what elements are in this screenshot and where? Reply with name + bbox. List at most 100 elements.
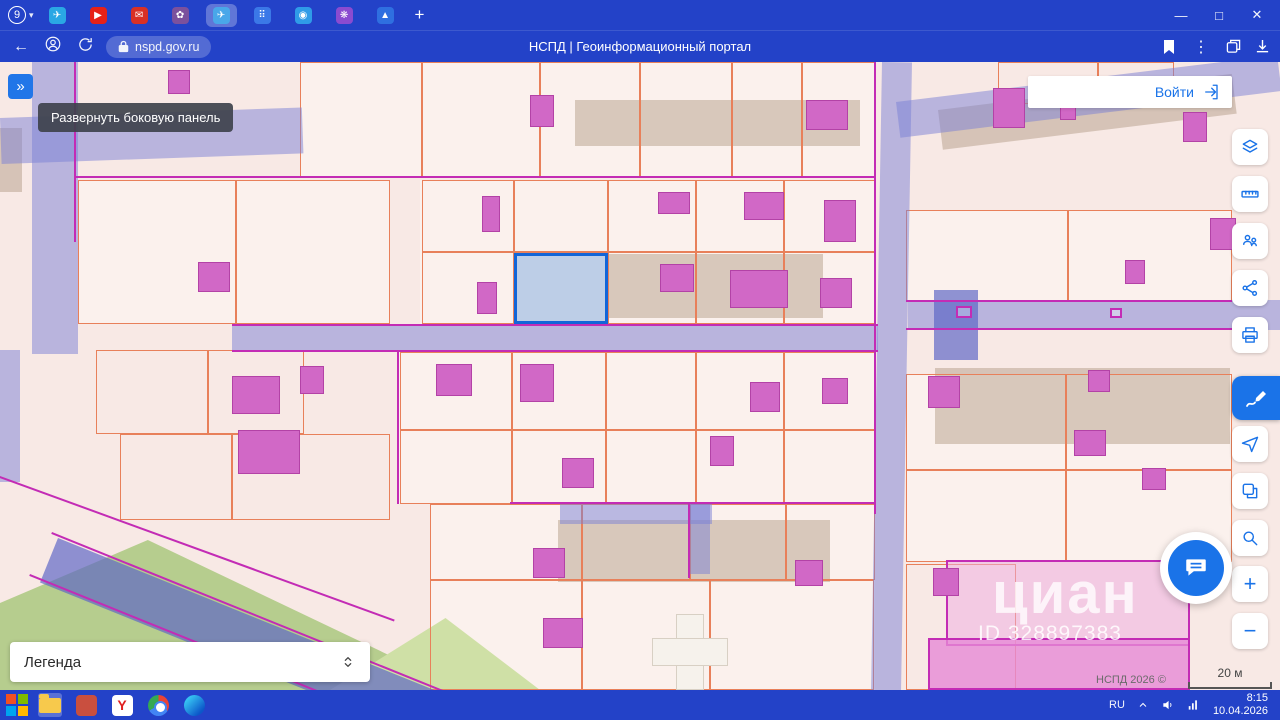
url-text: nspd.gov.ru <box>135 39 200 54</box>
users-icon <box>1243 234 1257 247</box>
print-button[interactable] <box>1232 317 1268 353</box>
reload-icon[interactable] <box>74 36 96 58</box>
tab-flower[interactable]: ✿ <box>165 4 196 27</box>
scale-bar <box>1188 682 1272 689</box>
ruler-icon <box>1241 190 1259 198</box>
legend-panel-toggle[interactable]: Легенда <box>10 642 370 682</box>
zoom-in-button[interactable]: + <box>1232 566 1268 602</box>
start-button[interactable] <box>6 694 28 716</box>
map-toolbar-top <box>1232 129 1268 353</box>
tab-stream-favicon: ▲ <box>376 6 394 24</box>
tab-youtube[interactable]: ▶ <box>83 4 114 27</box>
boundary-line <box>874 62 876 514</box>
cadastral-parcel <box>236 180 390 324</box>
tab-stream[interactable]: ▲ <box>370 4 401 27</box>
taskbar-yandex-icon: Y <box>111 694 133 716</box>
speaker-icon[interactable] <box>1161 698 1175 712</box>
url-field[interactable]: nspd.gov.ru <box>106 35 212 58</box>
tray-chevron-icon[interactable] <box>1137 699 1149 711</box>
window-close-button[interactable]: ✕ <box>1242 7 1272 23</box>
draw-tool-button-active[interactable] <box>1232 376 1280 420</box>
cadastral-parcel <box>120 434 232 520</box>
building <box>232 376 280 414</box>
cadastral-parcel <box>732 62 802 178</box>
frame-icon <box>1242 483 1258 499</box>
tab-drop[interactable]: ◉ <box>288 4 319 27</box>
building <box>238 430 300 474</box>
locate-button[interactable] <box>1232 426 1268 462</box>
network-icon[interactable] <box>1187 698 1201 712</box>
zoom-out-button[interactable]: − <box>1232 613 1268 649</box>
address-bar-actions: ⋮ <box>1162 37 1270 57</box>
tab-grapes[interactable]: ❋ <box>329 4 360 27</box>
share-icon <box>1242 280 1258 296</box>
building <box>822 378 848 404</box>
taskbar-yandex[interactable]: Y <box>110 693 134 717</box>
building <box>744 192 784 220</box>
building <box>933 568 959 596</box>
building <box>482 196 500 232</box>
building <box>477 282 497 314</box>
cadastral-parcel <box>400 430 512 504</box>
taskbar-chrome[interactable] <box>146 693 170 717</box>
window-restore-button[interactable]: □ <box>1204 8 1234 23</box>
road-segment <box>0 350 20 482</box>
tab-youtube-favicon: ▶ <box>89 6 107 24</box>
building-complex <box>946 560 1190 646</box>
boundary-marker <box>956 306 972 318</box>
cadastral-parcel <box>640 62 732 178</box>
taskbar-edge[interactable] <box>182 693 206 717</box>
login-button[interactable]: Войти <box>1028 76 1232 108</box>
tab-mail[interactable]: ✉ <box>124 4 155 27</box>
building <box>533 548 565 578</box>
scale-label: 20 м <box>1217 666 1243 680</box>
boundary-line <box>232 350 878 352</box>
tab-services[interactable]: ⠿ <box>247 4 278 27</box>
road-segment <box>688 502 710 574</box>
building <box>300 366 324 394</box>
location-arrow-icon <box>1241 436 1259 453</box>
tab-counter-button[interactable]: 9 ▾ <box>8 6 34 24</box>
boundary-line <box>906 328 1232 330</box>
road-segment <box>232 324 878 352</box>
taskbar-folder[interactable] <box>38 693 62 717</box>
tab-panel-icon[interactable] <box>1226 39 1241 54</box>
ruler-button[interactable] <box>1232 176 1268 212</box>
sidebar-expand-button[interactable]: » <box>8 74 33 99</box>
tab-telegram-favicon: ✈ <box>48 6 66 24</box>
boundary-line <box>510 502 876 504</box>
window-minimize-button[interactable]: — <box>1166 8 1196 23</box>
tab-active-page-favicon: ✈ <box>212 6 230 24</box>
taskbar-app-red[interactable] <box>74 693 98 717</box>
share-button[interactable] <box>1232 270 1268 306</box>
chevron-up-down-icon <box>344 657 352 667</box>
language-indicator[interactable]: RU <box>1109 699 1125 711</box>
new-tab-button[interactable]: + <box>409 5 431 25</box>
login-arrow-icon <box>1205 84 1218 100</box>
building <box>562 458 594 488</box>
kebab-menu-icon[interactable]: ⋮ <box>1190 37 1212 57</box>
downloads-icon[interactable] <box>1255 39 1270 54</box>
selected-parcel[interactable] <box>514 253 608 324</box>
search-area-button[interactable] <box>1232 520 1268 556</box>
browser-address-bar: НСПД | Геоинформационный портал ← nspd.g… <box>0 30 1280 62</box>
map-canvas[interactable]: » Развернуть боковую панель Войти + − Ле… <box>0 62 1280 690</box>
bookmark-flag-icon[interactable] <box>1162 39 1176 55</box>
boundary-line <box>397 352 399 504</box>
boundary-line <box>74 62 76 242</box>
tab-active-page[interactable]: ✈ <box>205 3 237 27</box>
building-complex <box>928 638 1190 690</box>
layers-button[interactable] <box>1232 129 1268 165</box>
tab-telegram[interactable]: ✈ <box>42 4 73 27</box>
taskbar-clock[interactable]: 8:15 10.04.2026 <box>1213 692 1274 718</box>
chevron-down-icon: ▾ <box>29 9 34 20</box>
print-icon <box>1242 327 1258 343</box>
profile-icon[interactable] <box>42 35 64 58</box>
back-icon[interactable]: ← <box>10 38 32 56</box>
screenshot-frame-button[interactable] <box>1232 473 1268 509</box>
users-button[interactable] <box>1232 223 1268 259</box>
cadastral-parcel <box>300 62 422 178</box>
building <box>658 192 690 214</box>
chat-button[interactable] <box>1160 532 1232 604</box>
cadastral-parcel <box>710 580 874 690</box>
